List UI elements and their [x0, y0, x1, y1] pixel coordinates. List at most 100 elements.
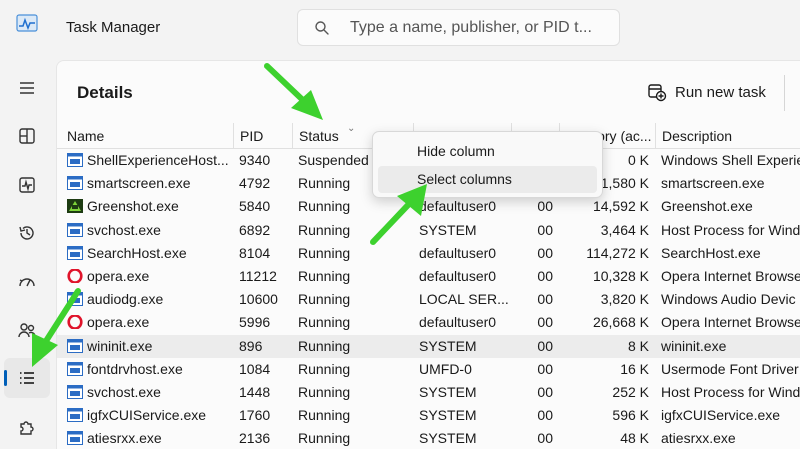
cell-text: 16 K	[620, 360, 649, 377]
cell-text: 3,464 K	[600, 221, 649, 238]
cell-desc: Host Process for Wind	[655, 381, 800, 404]
cell-mem: 8 K	[559, 335, 655, 358]
cell-user: SYSTEM	[413, 404, 511, 427]
cell-text: 00	[537, 291, 553, 308]
cell-name: smartscreen.exe	[61, 172, 233, 195]
opera-icon	[67, 268, 87, 284]
table-row[interactable]: audiodg.exe 10600 Running LOCAL SER... 00 3,8…	[57, 288, 800, 311]
sidebar-item-details[interactable]	[4, 358, 50, 398]
cell-text: opera.exe	[87, 267, 150, 284]
cell-text: fontdrvhost.exe	[87, 360, 183, 377]
processes-icon	[19, 128, 35, 144]
table-row[interactable]: svchost.exe 1448 Running SYSTEM 00 252 K Host …	[57, 381, 800, 404]
run-new-task-button[interactable]: Run new task	[647, 77, 766, 107]
cell-name: SearchHost.exe	[61, 242, 233, 265]
cell-status: Running	[292, 381, 413, 404]
sidebar-item-performance[interactable]	[4, 165, 50, 205]
cell-text: ShellExperienceHost...	[87, 152, 229, 168]
cell-text: 00	[537, 198, 553, 215]
cell-text: Opera Internet Browse	[661, 267, 800, 284]
hamburger-menu-button[interactable]	[4, 68, 50, 108]
history-icon	[19, 226, 34, 240]
table-row[interactable]: fontdrvhost.exe 1084 Running UMFD-0 00 16 K Us…	[57, 358, 800, 381]
cell-text: Running	[298, 360, 351, 377]
cell-text: 114,272 K	[586, 244, 649, 261]
table-row[interactable]: atiesrxx.exe 2136 Running SYSTEM 00 48 K aties…	[57, 427, 800, 449]
cell-name: opera.exe	[61, 311, 233, 334]
table-row[interactable]: wininit.exe 896 Running SYSTEM 00 8 K wininit.…	[57, 334, 800, 358]
app-icon	[67, 430, 87, 446]
search-box[interactable]	[297, 9, 620, 46]
column-header-name[interactable]: Name	[61, 123, 233, 149]
sidebar-item-startup-apps[interactable]	[4, 262, 50, 302]
cell-cpu: 00	[511, 219, 559, 242]
cell-text: 11212	[239, 267, 277, 284]
cell-desc: Host Process for Wind	[655, 219, 800, 242]
cell-text: 1,580 K	[600, 175, 649, 192]
cell-cpu: 00	[511, 265, 559, 288]
cell-desc: smartscreen.exe	[655, 172, 800, 195]
table-row[interactable]: Greenshot.exe 5840 Running defaultuser0 00 14…	[57, 195, 800, 218]
column-context-menu: Hide column Select columns	[372, 131, 603, 198]
cell-user: LOCAL SER...	[413, 288, 511, 311]
cell-text: UMFD-0	[419, 360, 472, 377]
cell-pid: 2136	[233, 427, 292, 449]
sort-chevron-icon: ⌄	[347, 123, 356, 134]
column-header-description[interactable]: Description	[655, 123, 800, 149]
cell-cpu: 00	[511, 427, 559, 449]
table-row[interactable]: SearchHost.exe 8104 Running defaultuser0 00 1…	[57, 242, 800, 265]
startup-gauge-icon	[19, 278, 35, 287]
table-row[interactable]: opera.exe 11212 Running defaultuser0 00 10,32…	[57, 265, 800, 288]
cell-text: SYSTEM	[419, 430, 477, 447]
hide-column-menu-item[interactable]: Hide column	[378, 138, 597, 165]
cell-text: 896	[239, 337, 263, 354]
sidebar-item-app-history[interactable]	[4, 213, 50, 253]
cell-text: 14,592 K	[592, 198, 649, 215]
table-row[interactable]: igfxCUIService.exe 1760 Running SYSTEM 00 596…	[57, 404, 800, 427]
task-manager-icon	[16, 14, 38, 32]
column-header-pid[interactable]: PID	[233, 123, 292, 149]
cell-pid: 10600	[233, 288, 292, 311]
cell-mem: 596 K	[559, 404, 655, 427]
cell-text: Host Process for Wind	[661, 221, 800, 238]
app-icon	[67, 384, 87, 400]
cell-mem: 26,668 K	[559, 311, 655, 334]
cell-text: 00	[537, 221, 553, 238]
cell-name: svchost.exe	[61, 219, 233, 242]
app-icon	[67, 222, 87, 238]
search-input[interactable]	[350, 16, 612, 40]
cell-text: 5840	[239, 198, 271, 215]
cell-text: SYSTEM	[419, 407, 477, 424]
cell-name: igfxCUIService.exe	[61, 404, 233, 427]
cell-text: defaultuser0	[419, 314, 497, 331]
details-panel: Details Run new task Name PID Status ⌄ U…	[56, 60, 800, 449]
title-bar: Task Manager	[0, 0, 800, 56]
sidebar-item-processes[interactable]	[4, 116, 50, 156]
cell-name: audiodg.exe	[61, 288, 233, 311]
cell-text: 1084	[239, 360, 271, 377]
sidebar-item-users[interactable]	[4, 310, 50, 350]
select-columns-menu-item[interactable]: Select columns	[378, 166, 597, 193]
cell-text: atiesrxx.exe	[87, 430, 162, 447]
cell-text: Greenshot.exe	[87, 198, 179, 215]
cell-text: Windows Shell Experie	[661, 152, 800, 168]
cell-text: svchost.exe	[87, 383, 161, 400]
table-row[interactable]: opera.exe 5996 Running defaultuser0 00 26,668…	[57, 311, 800, 334]
cell-name: atiesrxx.exe	[61, 427, 233, 449]
cell-pid: 896	[233, 335, 292, 358]
table-row[interactable]: svchost.exe 6892 Running SYSTEM 00 3,464 K Hos…	[57, 219, 800, 242]
cell-text: Running	[298, 337, 351, 354]
cell-pid: 5840	[233, 195, 292, 218]
cell-name: fontdrvhost.exe	[61, 358, 233, 381]
cell-text: SYSTEM	[419, 221, 477, 238]
app-icon	[67, 152, 87, 168]
cell-text: 00	[537, 314, 553, 331]
cell-text: Running	[298, 291, 351, 308]
cell-cpu: 00	[511, 404, 559, 427]
sidebar-item-services[interactable]	[4, 407, 50, 447]
cell-text: 10,328 K	[592, 267, 649, 284]
cell-user: defaultuser0	[413, 311, 511, 334]
cell-text: Running	[298, 244, 351, 261]
cell-text: 00	[537, 244, 553, 261]
cell-text: 8104	[239, 244, 271, 261]
